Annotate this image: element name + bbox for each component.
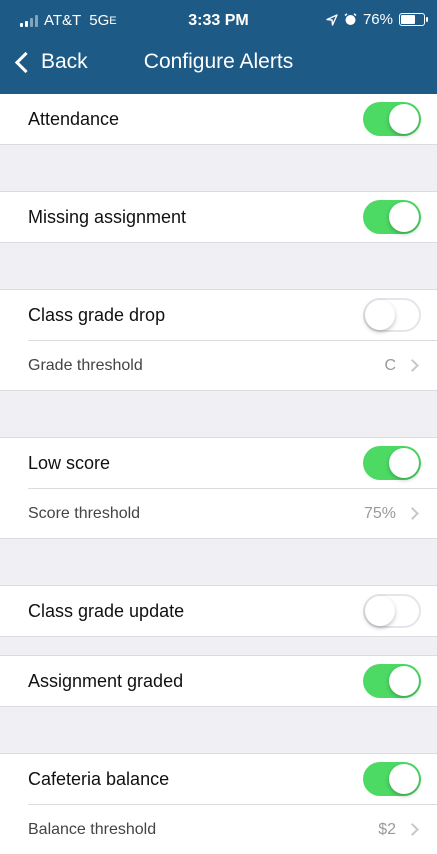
page-title: Configure Alerts (143, 50, 294, 73)
section-gap (0, 144, 437, 192)
alarm-icon (344, 13, 357, 25)
alert-row-assignment-graded: Assignment graded (0, 656, 437, 706)
alert-row-missing-assignment: Missing assignment (0, 192, 437, 242)
balance-threshold-row[interactable]: Balance threshold $2 (28, 804, 437, 854)
setting-value: $2 (378, 820, 396, 838)
battery-icon (399, 13, 428, 26)
alerts-list: Attendance Missing assignment Class grad… (0, 94, 437, 854)
chevron-right-icon (406, 507, 419, 520)
alert-row-low-score: Low score (0, 438, 437, 488)
score-threshold-value[interactable]: 75% (363, 504, 419, 523)
battery-percent: 76% (362, 11, 393, 28)
grade-threshold-value[interactable]: C (384, 356, 419, 375)
alert-row-class-grade-drop: Class grade drop (0, 290, 437, 340)
setting-label: Grade threshold (28, 356, 143, 374)
alert-row-cafeteria-balance: Cafeteria balance (0, 754, 437, 804)
setting-value: 75% (363, 504, 396, 522)
chevron-right-icon (406, 359, 419, 372)
setting-value: C (384, 356, 396, 374)
cafeteria-balance-toggle[interactable] (363, 762, 421, 796)
grade-threshold-row[interactable]: Grade threshold C (28, 340, 437, 390)
alert-row-attendance: Attendance (0, 94, 437, 144)
class-grade-update-toggle[interactable] (363, 594, 421, 628)
chevron-right-icon (406, 823, 419, 836)
alert-label: Assignment graded (28, 670, 184, 691)
section-gap (0, 538, 437, 586)
section-gap (0, 242, 437, 290)
alert-label: Class grade drop (28, 304, 166, 325)
alert-label: Class grade update (28, 600, 185, 621)
section-gap (0, 706, 437, 754)
balance-threshold-value[interactable]: $2 (378, 820, 419, 839)
location-icon (326, 13, 338, 26)
alert-label: Low score (28, 452, 111, 473)
class-grade-drop-toggle[interactable] (363, 298, 421, 332)
alert-label: Missing assignment (28, 206, 187, 227)
navigation-bar: Back Configure Alerts (0, 40, 437, 94)
missing-assignment-toggle[interactable] (363, 200, 421, 234)
alert-label: Attendance (28, 108, 120, 129)
alert-label: Cafeteria balance (28, 768, 170, 789)
status-right: 76% (326, 11, 428, 28)
low-score-toggle[interactable] (363, 446, 421, 480)
setting-label: Balance threshold (28, 820, 157, 838)
assignment-graded-toggle[interactable] (363, 664, 421, 698)
score-threshold-row[interactable]: Score threshold 75% (28, 488, 437, 538)
attendance-toggle[interactable] (363, 102, 421, 136)
alert-row-class-grade-update: Class grade update (0, 586, 437, 636)
setting-label: Score threshold (28, 504, 141, 522)
section-gap (0, 636, 437, 656)
section-gap (0, 390, 437, 438)
status-bar: AT&T 5G E 3:33 PM 76% (0, 0, 437, 40)
app-header: AT&T 5G E 3:33 PM 76% Back Configure Aler… (0, 0, 437, 94)
